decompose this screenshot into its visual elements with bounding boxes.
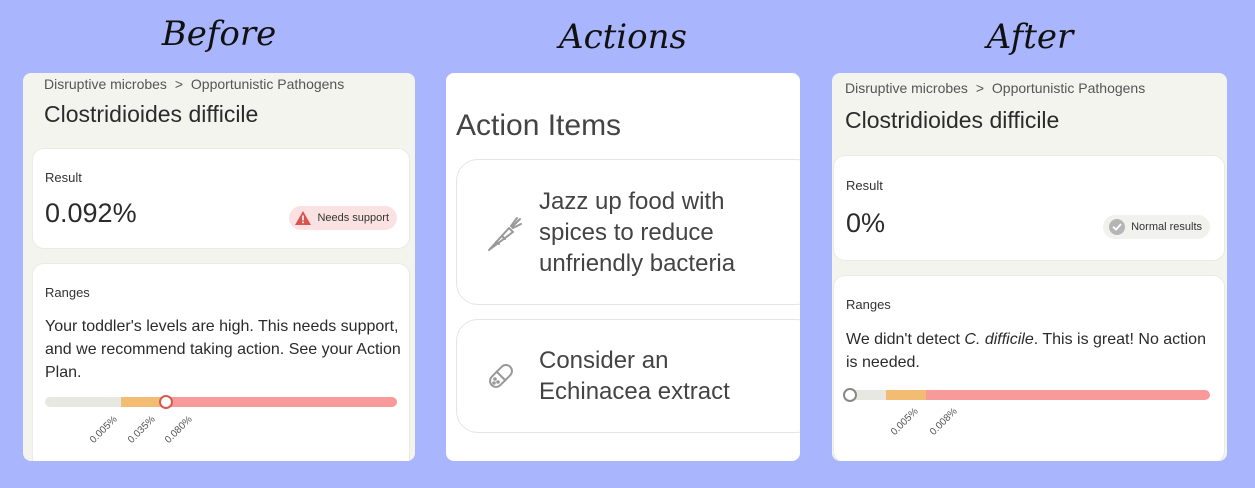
heading-before: Before [161, 14, 277, 54]
page-title: Clostridioides difficile [44, 101, 259, 127]
range-tick-1: 0.005% [87, 414, 120, 446]
action-item-text: Consider an Echinacea extract [539, 347, 730, 405]
status-badge-label: Normal results [1131, 221, 1202, 233]
range-tick-2: 0.008% [927, 406, 960, 438]
range-tick-1: 0.005% [888, 406, 921, 438]
breadcrumb-current[interactable]: Opportunistic Pathogens [992, 80, 1145, 96]
warning-icon [295, 211, 312, 225]
ranges-description: We didn't detect C. difficile. This is g… [846, 331, 1206, 371]
range-borderline-segment [886, 390, 926, 400]
ranges-card: Ranges We didn't detect C. difficile. Th… [833, 275, 1225, 461]
status-badge-label: Needs support [317, 212, 389, 224]
result-value: 0.092% [45, 198, 137, 228]
ranges-label: Ranges [45, 285, 90, 300]
heading-actions: Actions [559, 17, 687, 57]
status-badge: Needs support [289, 206, 397, 230]
heading-after: After [986, 17, 1074, 57]
status-badge: Normal results [1103, 215, 1210, 239]
breadcrumb-separator: > [975, 80, 985, 96]
range-tick-2: 0.035% [125, 414, 158, 446]
capsule-icon [489, 364, 513, 388]
ranges-card: Ranges Your toddler's levels are high. T… [32, 263, 410, 461]
action-item-text: Jazz up food with spices to reduce unfri… [539, 188, 736, 277]
breadcrumb-parent[interactable]: Disruptive microbes [44, 76, 167, 92]
range-borderline-segment [121, 397, 163, 407]
result-value: 0% [846, 208, 886, 238]
check-circle-icon [1109, 219, 1126, 235]
result-label: Result [846, 178, 883, 193]
action-item-spices[interactable]: Jazz up food with spices to reduce unfri… [456, 159, 800, 305]
actions-panel: Action Items Jazz up food with spices to… [446, 73, 800, 461]
ranges-label: Ranges [846, 297, 891, 312]
result-marker [843, 388, 857, 402]
result-card: Result 0% Normal results [833, 155, 1225, 261]
breadcrumb-current[interactable]: Opportunistic Pathogens [191, 76, 344, 92]
result-label: Result [45, 170, 82, 185]
range-normal-segment [45, 397, 121, 407]
breadcrumb: Disruptive microbes > Opportunistic Path… [845, 80, 1145, 96]
page-title: Clostridioides difficile [845, 107, 1060, 133]
range-bar [45, 397, 397, 407]
after-panel: Disruptive microbes > Opportunistic Path… [832, 73, 1227, 461]
breadcrumb: Disruptive microbes > Opportunistic Path… [44, 76, 344, 92]
breadcrumb-parent[interactable]: Disruptive microbes [845, 80, 968, 96]
result-marker [159, 395, 173, 409]
ranges-description: Your toddler's levels are high. This nee… [45, 318, 401, 381]
before-panel: Disruptive microbes > Opportunistic Path… [23, 73, 415, 461]
action-item-echinacea[interactable]: Consider an Echinacea extract › [456, 319, 800, 433]
carrot-icon [488, 217, 522, 251]
range-tick-3: 0.080% [162, 414, 195, 446]
result-card: Result 0.092% Needs support [32, 148, 410, 249]
range-high-segment [926, 390, 1210, 400]
action-items-title: Action Items [456, 109, 622, 142]
range-high-segment [163, 397, 397, 407]
breadcrumb-separator: > [174, 76, 184, 92]
range-bar [846, 390, 1210, 400]
